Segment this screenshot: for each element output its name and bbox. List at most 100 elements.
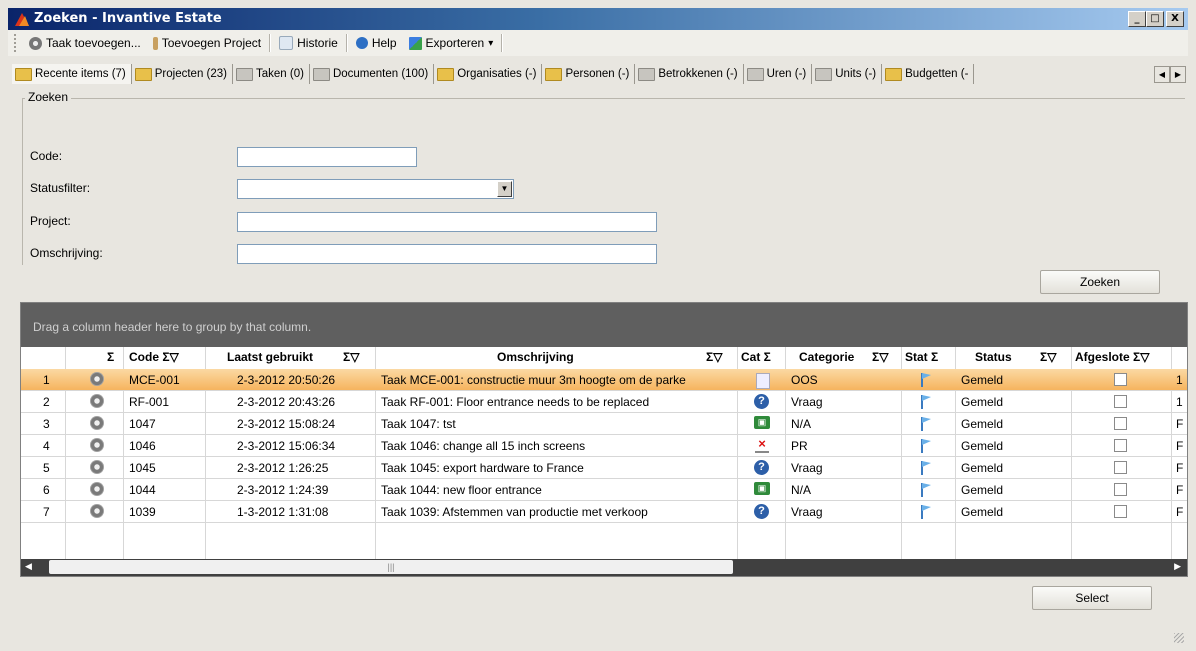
toolbar-separator <box>345 34 348 52</box>
code-cell: 1044 <box>129 483 156 497</box>
tasks-icon <box>236 67 253 81</box>
question-icon: ? <box>754 460 769 475</box>
table-row[interactable]: 6 1044 2-3-2012 1:24:39 Taak 1044: new floo… <box>21 479 1187 501</box>
closed-checkbox[interactable] <box>1114 417 1127 430</box>
table-row[interactable]: 4 1046 2-3-2012 15:06:34 Taak 1046: change … <box>21 435 1187 457</box>
units-icon <box>815 67 833 81</box>
gear-icon <box>29 36 42 50</box>
last-used-cell: 1-3-2012 1:31:08 <box>237 505 329 519</box>
tab-documents[interactable]: Documenten (100) <box>309 64 435 84</box>
description-cell: Taak RF-001: Floor entrance needs to be … <box>381 395 650 409</box>
toolbar-grip[interactable] <box>14 34 19 52</box>
status-flag-icon <box>921 373 931 387</box>
description-cell: Taak 1039: Afstemmen van productie met v… <box>381 505 648 519</box>
search-group-title: Zoeken <box>25 90 72 104</box>
select-button[interactable]: Select <box>1032 586 1152 610</box>
code-cell: 1045 <box>129 461 156 475</box>
cat-column-header[interactable]: Cat Σ <box>741 350 771 364</box>
tab-label: Organisaties (-) <box>457 68 537 80</box>
closed-checkbox[interactable] <box>1114 461 1127 474</box>
tab-label: Taken (0) <box>256 68 304 80</box>
closed-column-header[interactable]: Afgeslote Σ▽ <box>1075 350 1149 364</box>
chevron-down-icon[interactable]: ▼ <box>497 181 512 197</box>
closed-checkbox[interactable] <box>1114 483 1127 496</box>
maximize-button[interactable]: □ <box>1146 11 1164 27</box>
table-row[interactable]: 2 RF-001 2-3-2012 20:43:26 Taak RF-001: Flo… <box>21 391 1187 413</box>
close-button[interactable]: X <box>1166 11 1184 27</box>
description-input[interactable] <box>237 244 657 264</box>
resize-grip-icon[interactable] <box>1174 633 1184 643</box>
description-sum-filter-icon[interactable]: Σ▽ <box>706 350 722 364</box>
status-column-header[interactable]: Status <box>975 350 1012 364</box>
scroll-left-icon[interactable]: ◀ <box>25 561 32 572</box>
tab-units[interactable]: Units (-) <box>812 64 883 84</box>
history-button[interactable]: Historie <box>273 32 344 54</box>
code-column-header[interactable]: Code Σ▽ <box>129 350 179 364</box>
closed-checkbox[interactable] <box>1114 505 1127 518</box>
tab-hours[interactable]: Uren (-) <box>743 64 813 84</box>
closed-checkbox[interactable] <box>1114 439 1127 452</box>
category-sum-filter-icon[interactable]: Σ▽ <box>872 350 888 364</box>
export-icon <box>408 36 422 50</box>
horizontal-scrollbar[interactable]: ◀ ||| ▶ <box>21 559 1187 576</box>
help-button[interactable]: Help <box>350 32 403 54</box>
gear-icon <box>90 504 104 518</box>
tab-projects[interactable]: Projecten (23) <box>131 64 233 84</box>
tab-scroll-left-icon[interactable]: ◀ <box>1154 66 1170 83</box>
status-flag-icon <box>921 461 931 475</box>
closed-checkbox[interactable] <box>1114 373 1127 386</box>
tab-budgets[interactable]: Budgetten (- <box>882 64 975 84</box>
project-input[interactable] <box>237 212 657 232</box>
title-bar[interactable]: Zoeken - Invantive Estate _ □ X <box>8 8 1188 30</box>
tab-organisations[interactable]: Organisaties (-) <box>434 64 543 84</box>
tab-scroll-right-icon[interactable]: ▶ <box>1170 66 1186 83</box>
minimize-button[interactable]: _ <box>1128 11 1146 27</box>
stat-column-header[interactable]: Stat Σ <box>905 350 938 364</box>
history-label: Historie <box>297 36 338 50</box>
table-row[interactable]: 7 1039 1-3-2012 1:31:08 Taak 1039: Afstemme… <box>21 501 1187 523</box>
last-used-sum-filter-icon[interactable]: Σ▽ <box>343 350 359 364</box>
row-number: 2 <box>43 395 50 409</box>
picture-icon: ▣ <box>754 416 770 429</box>
status-filter-label: Statusfilter: <box>30 181 91 195</box>
tab-tasks[interactable]: Taken (0) <box>233 64 310 84</box>
category-cell: Vraag <box>791 505 823 519</box>
add-project-button[interactable]: Toevoegen Project <box>147 32 267 54</box>
scrollbar-thumb[interactable]: ||| <box>49 560 733 574</box>
tab-recent-items[interactable]: Recente items (7) <box>12 64 132 84</box>
status-sum-filter-icon[interactable]: Σ▽ <box>1040 350 1056 364</box>
sum-header[interactable]: Σ <box>107 350 114 364</box>
group-by-panel[interactable]: Drag a column header here to group by th… <box>21 303 1187 347</box>
description-cell: Taak 1047: tst <box>381 417 456 431</box>
table-row[interactable]: 3 1047 2-3-2012 15:08:24 Taak 1047: tst ▣ N/A… <box>21 413 1187 435</box>
export-button[interactable]: Exporteren ▾ <box>403 32 500 54</box>
add-task-button[interactable]: Taak toevoegen... <box>23 32 147 54</box>
description-column-header[interactable]: Omschrijving <box>497 350 574 364</box>
question-icon: ? <box>754 504 769 519</box>
extra-cell: F <box>1176 461 1184 475</box>
status-filter-select[interactable]: ▼ <box>237 179 514 199</box>
search-button[interactable]: Zoeken <box>1040 270 1160 294</box>
description-cell: Taak 1044: new floor entrance <box>381 483 542 497</box>
status-cell: Gemeld <box>961 373 1004 387</box>
status-bar <box>8 624 1188 646</box>
tab-persons[interactable]: Personen (-) <box>542 64 636 84</box>
tab-involved[interactable]: Betrokkenen (-) <box>635 64 744 84</box>
status-cell: Gemeld <box>961 505 1004 519</box>
person-icon <box>545 67 563 81</box>
category-column-header[interactable]: Categorie <box>799 350 854 364</box>
status-flag-icon <box>921 483 931 497</box>
scroll-right-icon[interactable]: ▶ <box>1174 561 1181 572</box>
table-row[interactable]: 5 1045 2-3-2012 1:26:25 Taak 1045: export h… <box>21 457 1187 479</box>
document-icon <box>312 67 330 81</box>
toolbar-separator <box>501 34 504 52</box>
code-input[interactable] <box>237 147 417 167</box>
table-row[interactable]: 1 MCE-001 2-3-2012 20:50:26 Taak MCE-001: c… <box>21 369 1187 391</box>
document-icon <box>756 373 770 389</box>
toolbar-separator <box>269 34 272 52</box>
description-cell: Taak MCE-001: constructie muur 3m hoogte… <box>381 373 686 387</box>
row-number: 3 <box>43 417 50 431</box>
closed-checkbox[interactable] <box>1114 395 1127 408</box>
extra-cell: F <box>1176 439 1184 453</box>
last-used-column-header[interactable]: Laatst gebruikt <box>227 350 313 364</box>
